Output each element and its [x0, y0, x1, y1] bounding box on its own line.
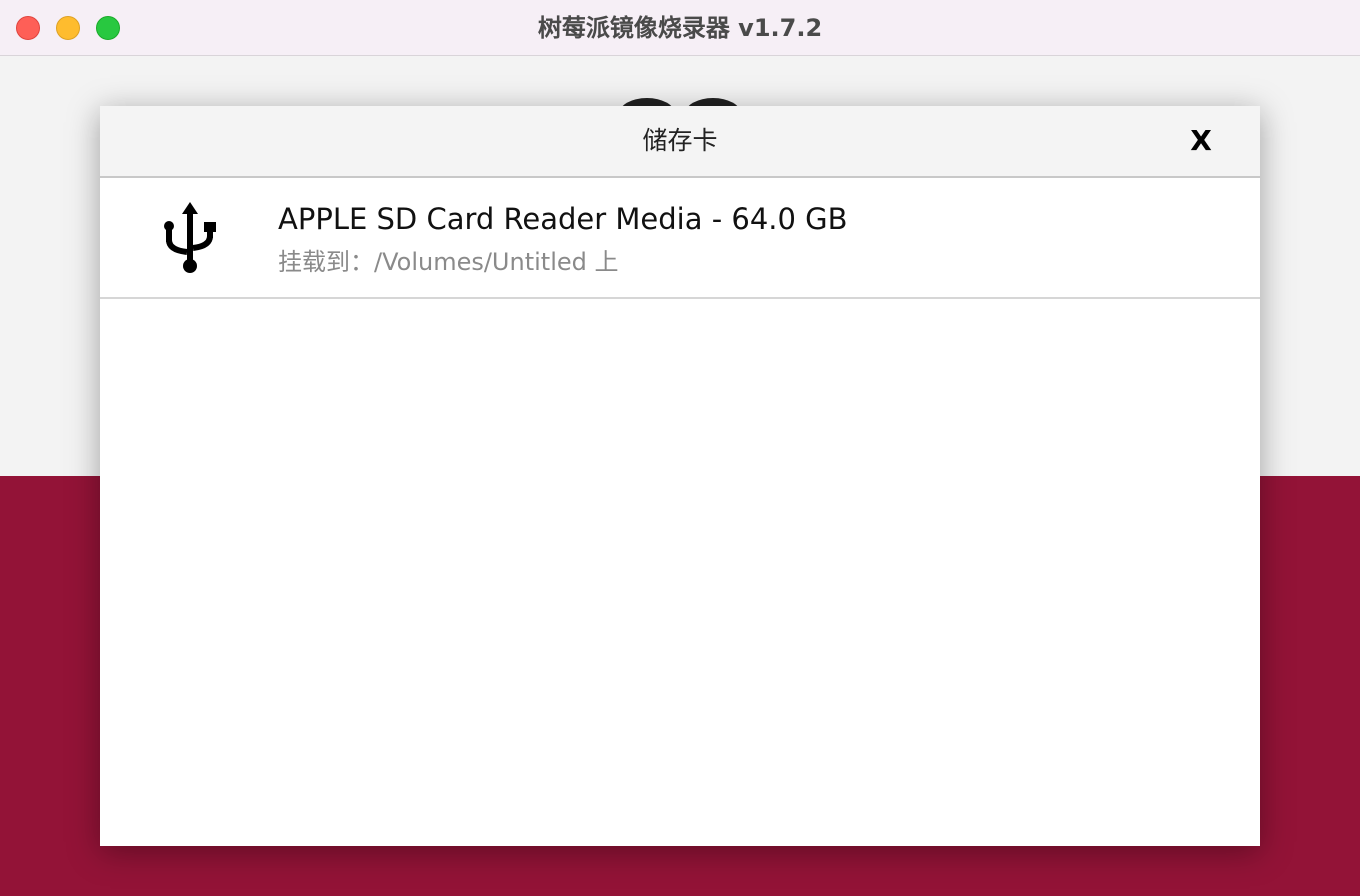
dialog-header: 储存卡 X	[100, 106, 1260, 178]
drive-name: APPLE SD Card Reader Media - 64.0 GB	[278, 202, 848, 236]
storage-dialog: 储存卡 X APPLE SD Card Reader Media - 64.0 …	[100, 106, 1260, 846]
drive-list-item[interactable]: APPLE SD Card Reader Media - 64.0 GB 挂载到…	[100, 178, 1260, 299]
dialog-title: 储存卡	[642, 126, 718, 155]
window-title: 树莓派镜像烧录器 v1.7.2	[537, 14, 823, 42]
usb-icon	[164, 202, 216, 273]
dialog-close-button[interactable]: X	[1182, 120, 1220, 162]
title-bar[interactable]: 树莓派镜像烧录器 v1.7.2	[0, 0, 1360, 56]
app-window: 树莓派镜像烧录器 v1.7.2 储存卡 X APPLE SD Card Read…	[0, 0, 1360, 896]
drive-mount-path: 挂载到：/Volumes/Untitled 上	[278, 248, 619, 276]
